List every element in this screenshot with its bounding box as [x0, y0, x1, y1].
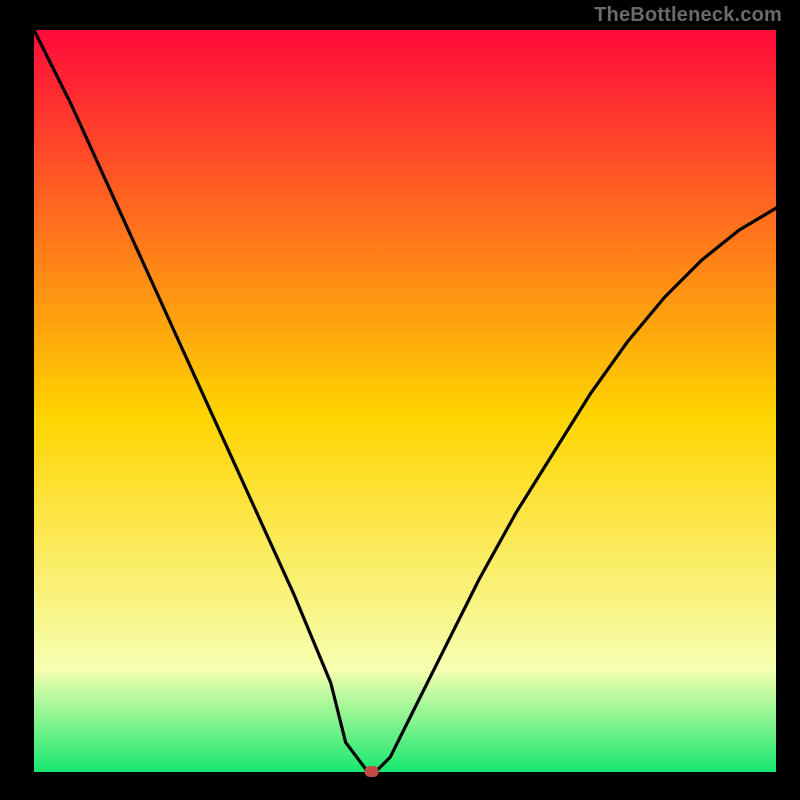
watermark-text: TheBottleneck.com: [594, 4, 782, 27]
bottleneck-chart: [0, 0, 800, 800]
chart-frame: TheBottleneck.com: [0, 0, 800, 800]
plot-background-gradient: [34, 30, 776, 772]
optimal-point-marker: [365, 766, 379, 777]
